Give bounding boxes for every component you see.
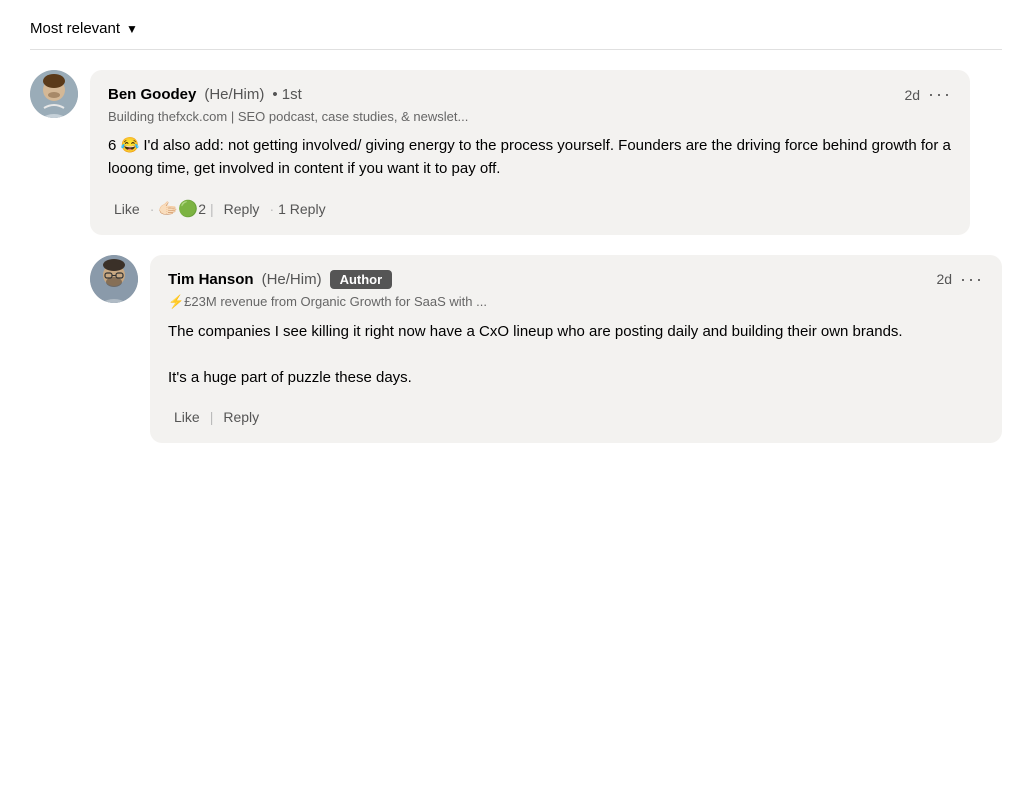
commenter-name-tim: Tim Hanson bbox=[168, 271, 254, 288]
like-button[interactable]: Like bbox=[108, 197, 146, 221]
comment-bubble-nested: Tim Hanson (He/Him) Author 2d ··· ⚡£23M … bbox=[150, 255, 1002, 444]
comment-header: Ben Goodey (He/Him) • 1st 2d ··· bbox=[108, 84, 952, 105]
time-ago: 2d bbox=[904, 87, 920, 103]
comments-section: Most relevant ▼ bbox=[30, 20, 1002, 451]
comment-header-nested: Tim Hanson (He/Him) Author 2d ··· bbox=[168, 269, 984, 290]
comment-actions: Like · 🫱🏻 🟢 2 | Reply · 1 Reply bbox=[108, 193, 952, 221]
commenter-pronouns-tim: (He/Him) bbox=[262, 271, 322, 288]
comment-header-left-nested: Tim Hanson (He/Him) Author bbox=[168, 270, 392, 289]
sort-label: Most relevant bbox=[30, 20, 120, 37]
separator: · bbox=[150, 201, 155, 217]
author-badge: Author bbox=[330, 270, 393, 289]
comment-text-tim: The companies I see killing it right now… bbox=[168, 320, 984, 390]
comment-meta-right-tim: 2d ··· bbox=[936, 269, 984, 290]
reaction-emoji-2: 🟢 bbox=[178, 199, 198, 219]
comment-text: 6 😂 I'd also add: not getting involved/ … bbox=[108, 134, 952, 181]
time-ago-tim: 2d bbox=[936, 271, 952, 287]
commenter-subtitle-tim: ⚡£23M revenue from Organic Growth for Sa… bbox=[168, 294, 984, 310]
separator-2: | bbox=[210, 201, 214, 217]
more-options-button-tim[interactable]: ··· bbox=[960, 269, 984, 290]
comment-thread: Ben Goodey (He/Him) • 1st 2d ··· Buildin… bbox=[30, 70, 1002, 451]
avatar-tim bbox=[90, 255, 138, 303]
comment-meta-right: 2d ··· bbox=[904, 84, 952, 105]
sort-bar[interactable]: Most relevant ▼ bbox=[30, 20, 1002, 50]
reply-button-tim[interactable]: Reply bbox=[217, 405, 265, 429]
comment-actions-tim: Like | Reply bbox=[168, 401, 984, 429]
reaction-emoji: 🫱🏻 bbox=[158, 199, 178, 219]
like-button-tim[interactable]: Like bbox=[168, 405, 206, 429]
reply-button[interactable]: Reply bbox=[218, 197, 266, 221]
reaction-count: 2 bbox=[198, 201, 206, 217]
comment-item: Ben Goodey (He/Him) • 1st 2d ··· Buildin… bbox=[30, 70, 1002, 235]
commenter-pronouns: (He/Him) bbox=[204, 86, 264, 103]
nested-comment-section: Tim Hanson (He/Him) Author 2d ··· ⚡£23M … bbox=[90, 255, 1002, 452]
comment-text-part-2: It's a huge part of puzzle these days. bbox=[168, 369, 412, 386]
comment-item-nested: Tim Hanson (He/Him) Author 2d ··· ⚡£23M … bbox=[90, 255, 1002, 444]
avatar bbox=[30, 70, 78, 118]
commenter-subtitle: Building thefxck.com | SEO podcast, case… bbox=[108, 109, 952, 124]
comment-header-left: Ben Goodey (He/Him) • 1st bbox=[108, 86, 302, 103]
chevron-down-icon: ▼ bbox=[126, 22, 138, 36]
more-options-button[interactable]: ··· bbox=[928, 84, 952, 105]
separator-3: · bbox=[269, 201, 274, 217]
separator-tim: | bbox=[210, 409, 214, 425]
commenter-name: Ben Goodey bbox=[108, 86, 196, 103]
comment-text-part-1: The companies I see killing it right now… bbox=[168, 323, 903, 340]
reply-count: 1 Reply bbox=[278, 201, 325, 217]
commenter-degree: • 1st bbox=[272, 86, 301, 103]
comment-bubble: Ben Goodey (He/Him) • 1st 2d ··· Buildin… bbox=[90, 70, 970, 235]
